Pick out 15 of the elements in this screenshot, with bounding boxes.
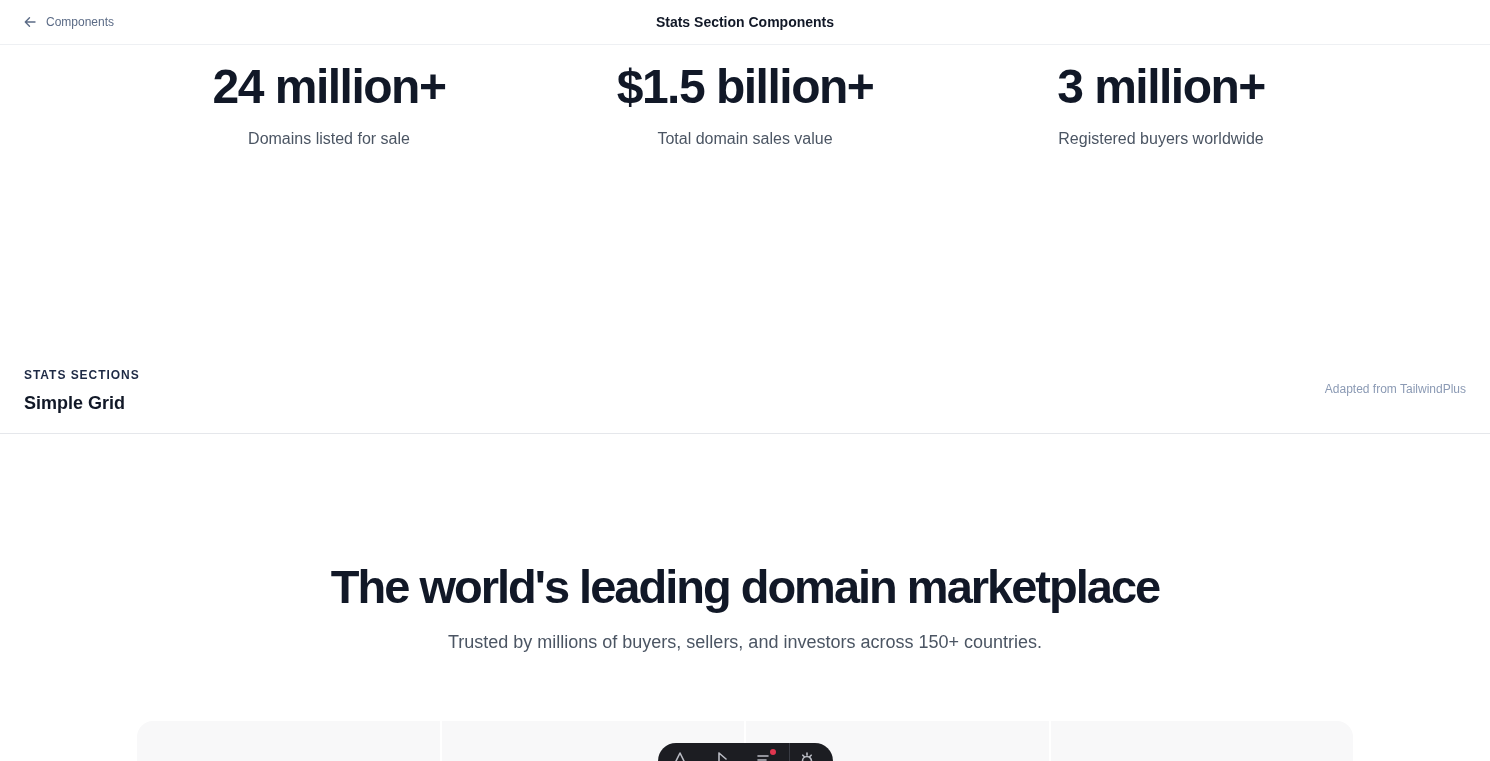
credit-text: Adapted from TailwindPlus xyxy=(1324,381,1466,397)
settings-icon[interactable] xyxy=(799,751,815,761)
page-title: Stats Section Components xyxy=(655,13,835,32)
stat-label: Total domain sales value xyxy=(657,129,833,149)
arrow-left-icon xyxy=(24,16,36,28)
hero-subheading: Trusted by millions of buyers, sellers, and investors across 150+ countries. xyxy=(446,631,1044,654)
stat-label: Domains listed for sale xyxy=(248,129,410,149)
back-link[interactable]: Components xyxy=(24,14,115,30)
stat-value: $1.5 billion+ xyxy=(616,63,874,111)
hero-heading: The world's leading domain marketplace xyxy=(329,563,1161,611)
section-eyebrow: STATS SECTIONS xyxy=(24,367,140,383)
stat-value: 24 million+ xyxy=(212,63,446,111)
stat-value: 3 million+ xyxy=(1057,63,1265,111)
section-title: Simple Grid xyxy=(24,392,127,415)
stat-label: Registered buyers worldwide xyxy=(1058,129,1264,149)
